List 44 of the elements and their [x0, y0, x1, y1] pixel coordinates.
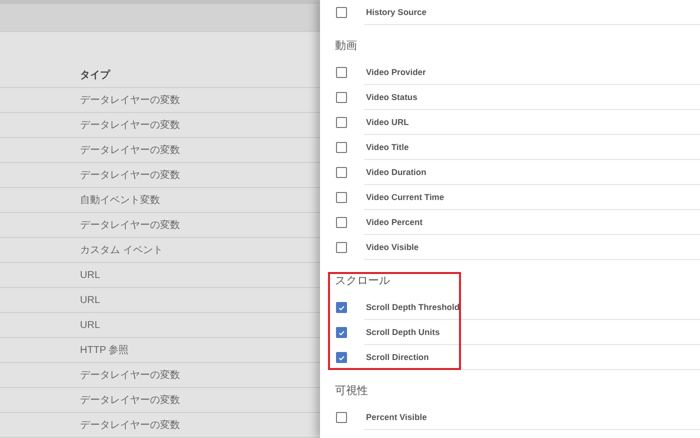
checkbox[interactable] — [336, 167, 347, 178]
column-header: タイプ — [80, 68, 110, 82]
checkbox-label[interactable]: Video Title — [364, 135, 700, 160]
table-cell-text: データレイヤーの変数 — [80, 144, 180, 157]
table-cell-text: 自動イベント変数 — [80, 194, 160, 207]
checkbox[interactable] — [336, 412, 347, 423]
checkbox-label[interactable]: Video Percent — [364, 210, 700, 235]
checkbox-label[interactable]: Percent Visible — [364, 405, 700, 430]
section-heading: スクロール — [334, 274, 391, 289]
table-cell: URL — [80, 270, 100, 280]
table-cell-text: データレイヤーの変数 — [80, 118, 180, 132]
checkbox-label[interactable]: Scroll Depth Units — [364, 320, 700, 345]
table-cell: URL — [80, 320, 100, 330]
table-cell-text: データレイヤーの変数 — [80, 418, 180, 432]
table-cell-text: HTTP 参照 — [80, 344, 129, 357]
checkbox[interactable] — [336, 117, 347, 128]
checkbox-label[interactable]: Scroll Depth Threshold — [364, 295, 700, 320]
checkbox[interactable] — [336, 142, 347, 153]
table-cell-text: データレイヤーの変数 — [80, 368, 180, 382]
checkbox-label[interactable]: Video Provider — [364, 60, 700, 85]
checkbox[interactable] — [336, 242, 347, 253]
table-cell-text: データレイヤーの変数 — [80, 394, 180, 407]
table-cell-text: データレイヤーの変数 — [80, 168, 180, 182]
checkbox-label[interactable]: Video Status — [364, 85, 700, 110]
checkbox[interactable] — [336, 302, 347, 313]
table-cell-text: データレイヤーの変数 — [80, 218, 180, 232]
checkbox[interactable] — [336, 192, 347, 203]
table-cell: URL — [80, 294, 100, 306]
checkbox[interactable] — [336, 327, 347, 338]
checkbox[interactable] — [336, 352, 347, 363]
checkbox-label[interactable]: Video Current Time — [364, 185, 700, 210]
checkbox-label[interactable]: Video Duration — [364, 160, 700, 185]
checkbox[interactable] — [336, 7, 347, 18]
checkbox-label[interactable]: Scroll Direction — [364, 345, 700, 370]
table-cell-text: カスタム イベント — [80, 244, 163, 257]
checkbox-label[interactable]: Video URL — [364, 110, 700, 135]
table-cell-text: データレイヤーの変数 — [80, 94, 180, 107]
section-heading: 可視性 — [334, 384, 369, 399]
checkbox-label[interactable]: History Source — [364, 0, 700, 25]
checkbox[interactable] — [336, 67, 347, 78]
checkbox[interactable] — [336, 92, 347, 103]
section-heading: 動画 — [334, 39, 358, 54]
checkbox[interactable] — [336, 217, 347, 228]
checkbox-label[interactable]: Video Visible — [364, 235, 700, 260]
